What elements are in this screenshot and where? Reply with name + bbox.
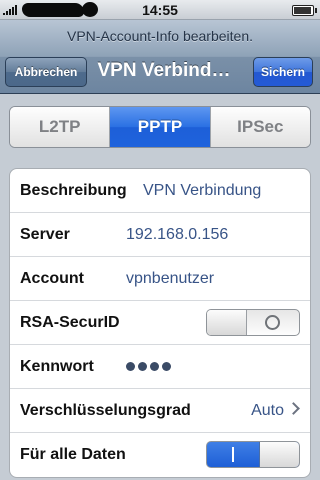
- all-data-toggle[interactable]: [206, 441, 300, 468]
- vpn-settings-group: Beschreibung VPN Verbindung Server 192.1…: [9, 168, 311, 478]
- rsa-securid-toggle[interactable]: [206, 309, 300, 336]
- toggle-on-icon: [232, 447, 234, 462]
- segment-pptp[interactable]: PPTP: [110, 107, 211, 147]
- chevron-right-icon: [287, 402, 300, 415]
- server-field[interactable]: 192.168.0.156: [126, 213, 228, 257]
- vpn-type-segmented-control: L2TP PPTP IPSec: [9, 106, 311, 148]
- encryption-label: Verschlüsselungsgrad: [20, 402, 191, 419]
- password-mask-dot: [150, 362, 159, 371]
- encryption-value: Auto: [251, 402, 284, 419]
- battery-icon: [292, 5, 317, 16]
- password-mask-dot: [138, 362, 147, 371]
- status-bar: 14:55: [0, 0, 320, 20]
- password-row[interactable]: Kennwort: [10, 345, 310, 389]
- toggle-knob: [207, 310, 247, 335]
- page-title: VPN Verbind…: [97, 60, 231, 81]
- description-field[interactable]: VPN Verbindung: [143, 169, 261, 213]
- navigation-bar: VPN-Account-Info bearbeiten. Abbrechen V…: [0, 20, 320, 94]
- rsa-securid-row: RSA-SecurID: [10, 301, 310, 345]
- rsa-securid-label: RSA-SecurID: [20, 314, 120, 331]
- segment-ipsec[interactable]: IPSec: [210, 107, 310, 147]
- cancel-button[interactable]: Abbrechen: [5, 57, 87, 87]
- save-button[interactable]: Sichern: [253, 57, 313, 87]
- description-label: Beschreibung: [20, 182, 127, 199]
- status-time: 14:55: [142, 2, 178, 18]
- server-label: Server: [20, 226, 70, 243]
- account-label: Account: [20, 270, 84, 287]
- description-row[interactable]: Beschreibung VPN Verbindung: [10, 169, 310, 213]
- server-row[interactable]: Server 192.168.0.156: [10, 213, 310, 257]
- segment-l2tp[interactable]: L2TP: [10, 107, 111, 147]
- toggle-knob: [259, 442, 299, 467]
- encryption-row[interactable]: Verschlüsselungsgrad Auto: [10, 389, 310, 433]
- account-field[interactable]: vpnbenutzer: [126, 257, 214, 301]
- password-field[interactable]: [126, 345, 174, 389]
- all-data-label: Für alle Daten: [20, 446, 126, 463]
- toggle-off-icon: [265, 315, 280, 330]
- account-row[interactable]: Account vpnbenutzer: [10, 257, 310, 301]
- password-mask-dot: [126, 362, 135, 371]
- all-data-row: Für alle Daten: [10, 433, 310, 477]
- password-label: Kennwort: [20, 358, 94, 375]
- nav-prompt: VPN-Account-Info bearbeiten.: [67, 28, 253, 44]
- password-mask-dot: [162, 362, 171, 371]
- battery-fill: [294, 7, 311, 14]
